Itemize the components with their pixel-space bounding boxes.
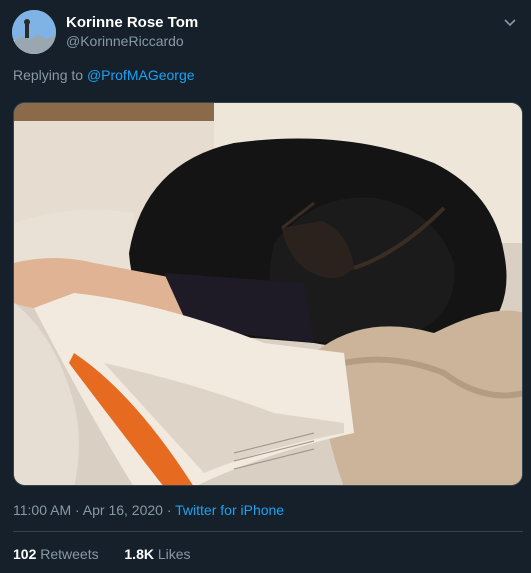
replying-prefix: Replying to	[13, 67, 84, 83]
tweet-meta: 11:00 AM · Apr 16, 2020 · Twitter for iP…	[13, 502, 284, 518]
tweet-photo[interactable]	[13, 102, 523, 486]
tweet-source-link[interactable]: Twitter for iPhone	[175, 502, 284, 518]
dog-reading-photo	[14, 103, 522, 485]
replying-mention-link[interactable]: @ProfMAGeorge	[87, 67, 195, 83]
likes-count[interactable]: 1.8K	[124, 546, 154, 562]
author-handle[interactable]: @KorinneRiccardo	[66, 33, 184, 49]
retweets-count[interactable]: 102	[13, 546, 36, 562]
avatar[interactable]	[12, 10, 56, 54]
tweet-header: Korinne Rose Tom @KorinneRiccardo	[12, 10, 519, 56]
replying-to: Replying to @ProfMAGeorge	[13, 67, 195, 83]
tweet-timestamp[interactable]: 11:00 AM · Apr 16, 2020 ·	[13, 502, 175, 518]
tweet-stats: 102 Retweets 1.8K Likes	[13, 546, 191, 562]
likes-label[interactable]: Likes	[158, 546, 191, 562]
avatar-image	[12, 10, 56, 54]
retweets-label[interactable]: Retweets	[40, 546, 98, 562]
divider	[13, 531, 523, 532]
chevron-down-icon[interactable]	[501, 14, 519, 32]
author-name[interactable]: Korinne Rose Tom	[66, 14, 198, 31]
